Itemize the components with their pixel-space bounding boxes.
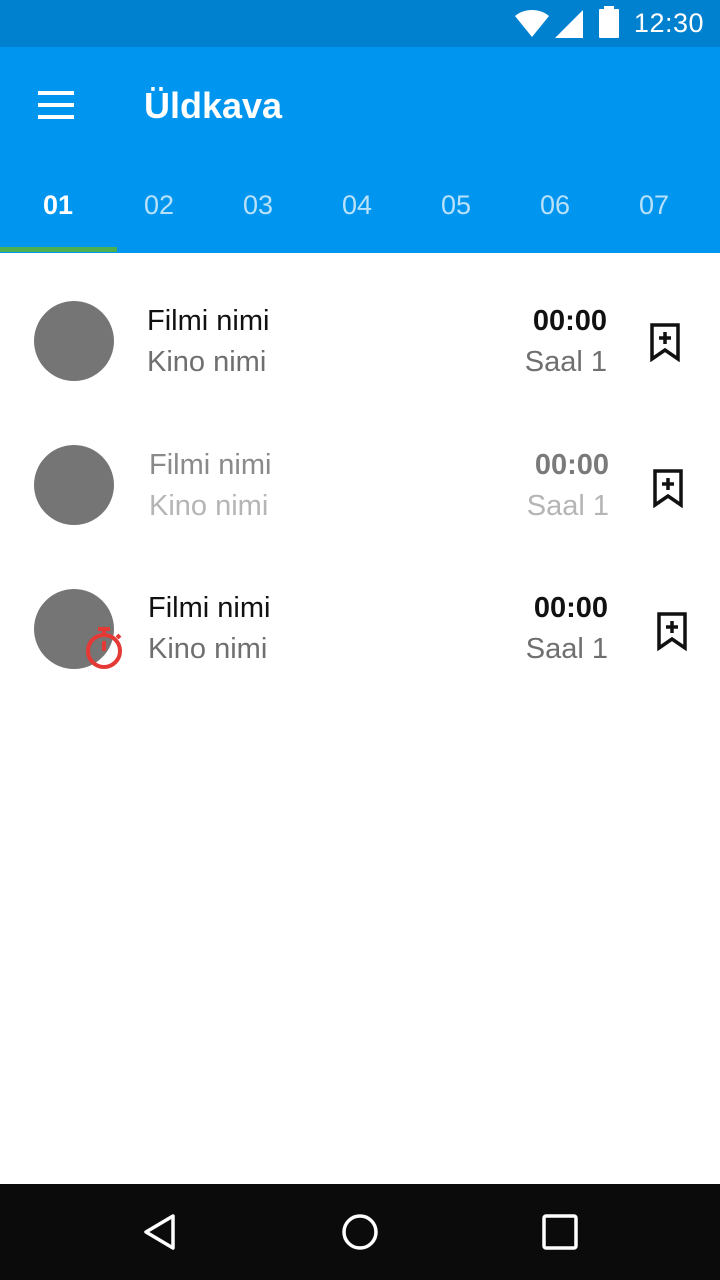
page-title: Üldkava bbox=[144, 85, 283, 126]
timer-icon bbox=[86, 627, 122, 669]
status-bar: 12:30 bbox=[0, 0, 720, 47]
cinema-name: Kino nimi bbox=[148, 633, 268, 665]
list-item[interactable]: Filmi nimi Kino nimi 00:00 Saal 1 bbox=[0, 253, 720, 397]
tab-06[interactable]: 06 bbox=[505, 173, 605, 253]
tab-05[interactable]: 05 bbox=[406, 173, 506, 253]
list-item[interactable]: Filmi nimi Kino nimi 00:00 Saal 1 bbox=[0, 397, 720, 541]
battery-icon bbox=[599, 6, 619, 38]
day-tabs: 01 02 03 04 05 06 07 bbox=[0, 173, 720, 253]
show-time: 00:00 bbox=[532, 305, 607, 337]
cinema-name: Kino nimi bbox=[149, 490, 269, 522]
list-item[interactable]: Filmi nimi Kino nimi 00:00 Saal 1 bbox=[0, 541, 720, 685]
tab-02[interactable]: 02 bbox=[109, 173, 209, 253]
app-bar: Üldkava 01 02 03 04 05 06 07 bbox=[0, 47, 720, 253]
tab-indicator bbox=[0, 247, 117, 252]
hall-name: Saal 1 bbox=[524, 346, 607, 378]
film-title: Filmi nimi bbox=[149, 449, 272, 481]
home-icon[interactable] bbox=[340, 1212, 380, 1252]
show-time: 00:00 bbox=[533, 592, 608, 624]
tab-01[interactable]: 01 bbox=[8, 173, 108, 253]
signal-icon bbox=[555, 10, 583, 38]
wifi-icon bbox=[515, 10, 549, 37]
back-icon[interactable] bbox=[140, 1212, 180, 1252]
tab-07[interactable]: 07 bbox=[604, 173, 704, 253]
bookmark-add-icon[interactable] bbox=[652, 468, 684, 508]
bookmark-add-icon[interactable] bbox=[656, 611, 688, 651]
film-title: Filmi nimi bbox=[148, 592, 271, 624]
status-time: 12:30 bbox=[633, 8, 704, 38]
tab-03[interactable]: 03 bbox=[208, 173, 308, 253]
menu-button[interactable] bbox=[26, 77, 86, 133]
hall-name: Saal 1 bbox=[525, 633, 608, 665]
recents-icon[interactable] bbox=[540, 1212, 580, 1252]
bookmark-add-icon[interactable] bbox=[649, 322, 681, 362]
show-time: 00:00 bbox=[534, 449, 609, 481]
tab-04[interactable]: 04 bbox=[307, 173, 407, 253]
film-title: Filmi nimi bbox=[147, 305, 270, 337]
cinema-name: Kino nimi bbox=[147, 346, 267, 378]
avatar bbox=[34, 445, 114, 525]
hall-name: Saal 1 bbox=[526, 490, 609, 522]
avatar bbox=[34, 301, 114, 381]
navigation-bar bbox=[0, 1184, 720, 1280]
